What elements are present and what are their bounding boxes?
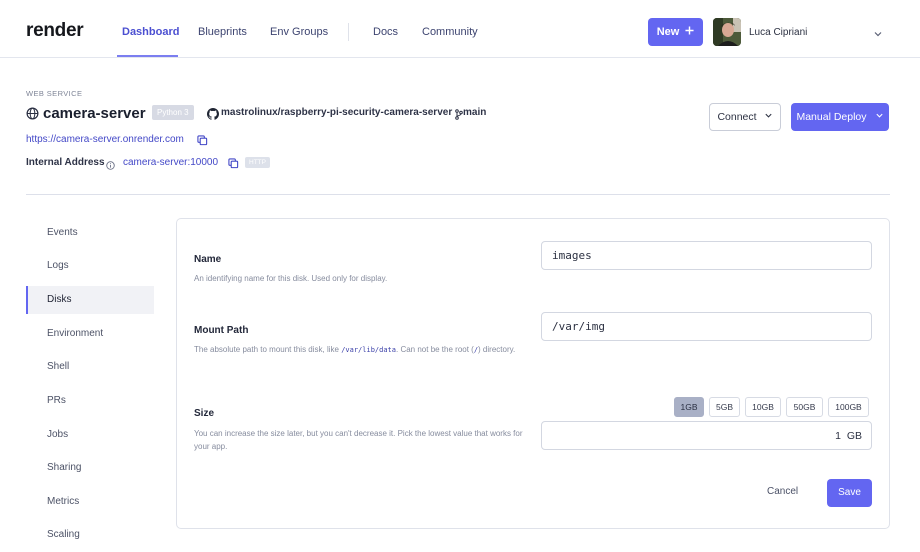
sidebar-item-logs[interactable]: Logs (26, 252, 154, 280)
globe-icon (26, 107, 39, 125)
runtime-badge: Python 3 (152, 105, 194, 120)
name-description: An identifying name for this disk. Used … (194, 274, 388, 283)
sidebar-item-events[interactable]: Events (26, 219, 154, 247)
nav-docs[interactable]: Docs (373, 26, 398, 38)
plus-icon (685, 26, 694, 38)
info-icon[interactable] (106, 157, 115, 175)
sidebar-item-disks[interactable]: Disks (26, 286, 154, 314)
size-value: 1 (835, 430, 841, 442)
branch-icon (455, 107, 463, 125)
nav-dashboard[interactable]: Dashboard (122, 26, 179, 38)
mount-path-description: The absolute path to mount this disk, li… (194, 345, 516, 354)
sidebar-item-scaling[interactable]: Scaling (26, 521, 154, 549)
internal-address-value: camera-server:10000 (123, 157, 219, 168)
name-label: Name (194, 254, 222, 265)
chevron-down-icon (875, 111, 884, 123)
size-option-1gb[interactable]: 1GB (674, 397, 704, 417)
size-label: Size (194, 408, 215, 419)
copy-icon[interactable] (197, 133, 208, 151)
sidebar-item-sharing[interactable]: Sharing (26, 454, 154, 482)
save-button[interactable]: Save (827, 479, 872, 507)
size-description: You can increase the size later, but you… (194, 429, 523, 451)
sidebar-item-prs[interactable]: PRs (26, 387, 154, 415)
service-type-label: WEB SERVICE (26, 89, 83, 98)
nav-community[interactable]: Community (422, 26, 478, 38)
size-option-50gb[interactable]: 50GB (786, 397, 823, 417)
protocol-badge: HTTP (245, 157, 270, 168)
top-nav: render Dashboard Blueprints Env Groups D… (0, 0, 920, 58)
example-path-code: /var/lib/data (341, 346, 396, 354)
active-nav-indicator (117, 55, 178, 57)
service-name: camera-server (43, 105, 146, 122)
internal-address-label: Internal Address (26, 157, 105, 168)
size-option-5gb[interactable]: 5GB (709, 397, 740, 417)
chevron-down-icon (764, 111, 773, 123)
cancel-button[interactable]: Cancel (767, 486, 798, 497)
nav-separator (348, 23, 349, 41)
sidebar-item-environment[interactable]: Environment (26, 320, 154, 348)
copy-icon[interactable] (228, 156, 239, 174)
avatar[interactable] (713, 18, 741, 46)
header-divider (26, 194, 890, 195)
manual-deploy-label: Manual Deploy (796, 111, 867, 123)
size-input[interactable]: 1 GB (541, 421, 872, 450)
size-option-100gb[interactable]: 100GB (828, 397, 869, 417)
github-icon (207, 107, 220, 125)
render-logo[interactable]: render (26, 20, 84, 42)
size-option-10gb[interactable]: 10GB (745, 397, 781, 417)
connect-button-label: Connect (717, 111, 757, 123)
sidebar-item-shell[interactable]: Shell (26, 353, 154, 381)
chevron-down-icon[interactable] (873, 26, 883, 44)
branch-name[interactable]: main (463, 107, 486, 118)
manual-deploy-button[interactable]: Manual Deploy (791, 103, 889, 131)
sidebar-item-metrics[interactable]: Metrics (26, 488, 154, 516)
nav-env-groups[interactable]: Env Groups (270, 26, 328, 38)
repo-link[interactable]: mastrolinux/raspberry-pi-security-camera… (221, 107, 452, 118)
nav-blueprints[interactable]: Blueprints (198, 26, 247, 38)
sidebar-item-jobs[interactable]: Jobs (26, 421, 154, 449)
disk-name-input[interactable]: images (541, 241, 872, 270)
new-button[interactable]: New (648, 18, 703, 46)
mount-path-input[interactable]: /var/img (541, 312, 872, 341)
user-name[interactable]: Luca Cipriani (749, 27, 807, 38)
mount-path-label: Mount Path (194, 325, 249, 336)
service-url-link[interactable]: https://camera-server.onrender.com (26, 134, 184, 145)
size-unit: GB (846, 430, 862, 442)
new-button-label: New (656, 26, 680, 38)
connect-button[interactable]: Connect (709, 103, 781, 131)
